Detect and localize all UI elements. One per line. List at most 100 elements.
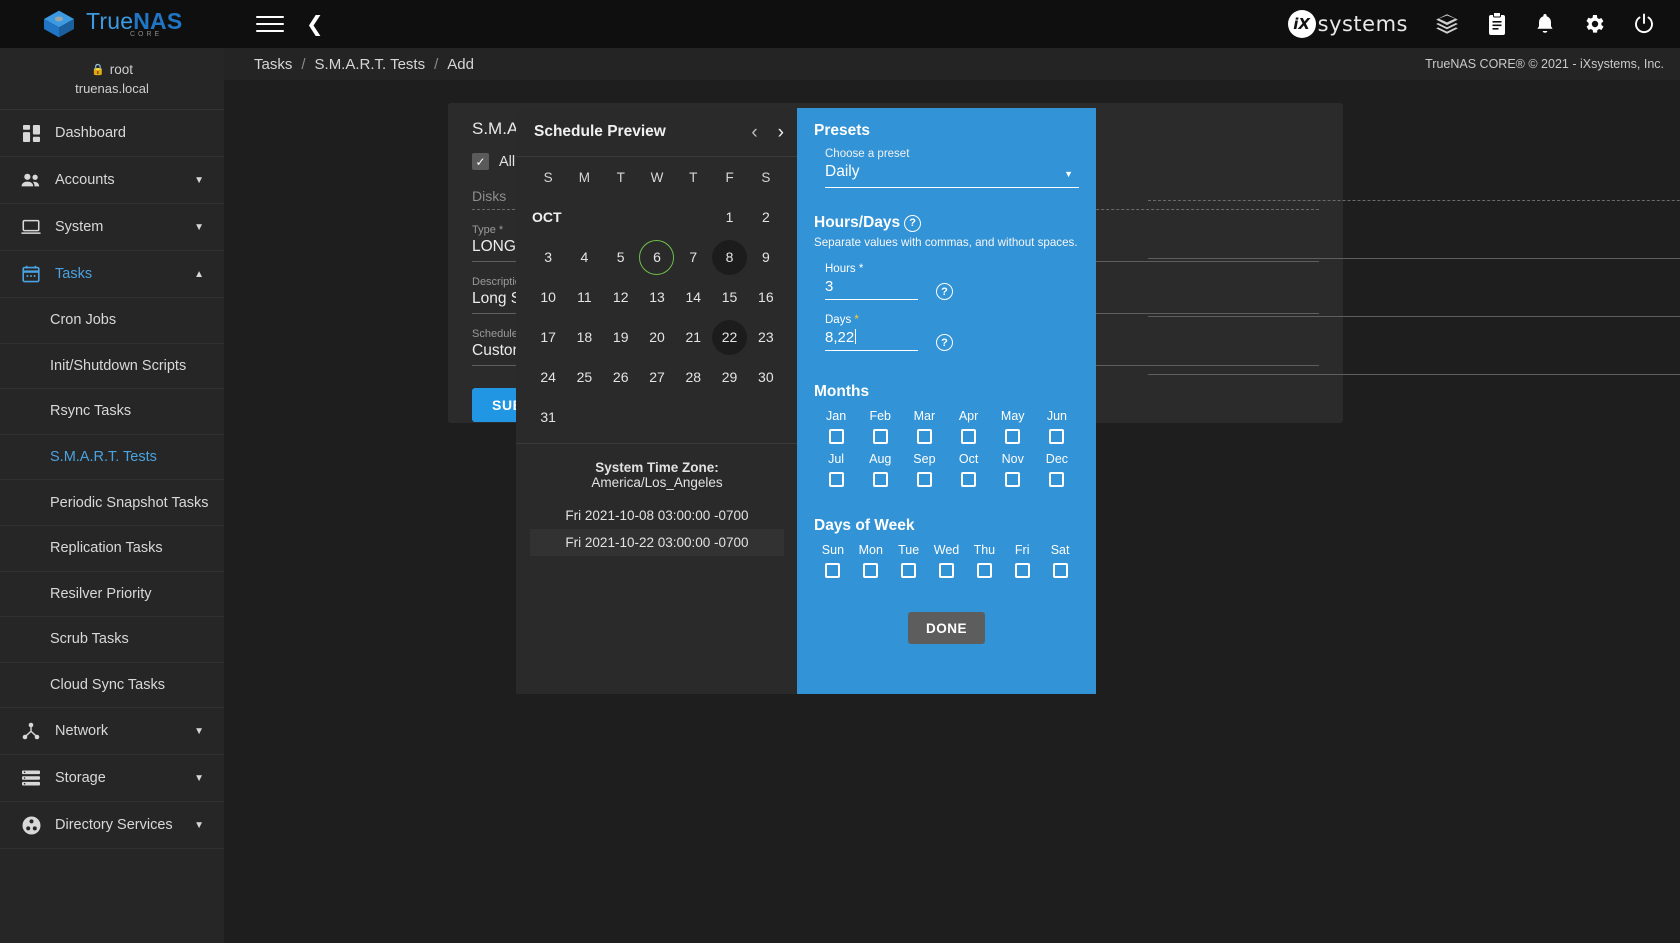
sidebar-item-scrub-tasks[interactable]: Scrub Tasks [0, 617, 224, 663]
dow-checkbox-sun[interactable] [825, 563, 841, 578]
chevron-down-icon[interactable]: ▼ [194, 820, 204, 831]
help-icon[interactable]: ? [936, 334, 953, 351]
right-field-1[interactable]: ▼ [1148, 194, 1680, 201]
calendar-day-cell[interactable]: 18 [566, 317, 602, 357]
calendar-day-cell[interactable]: 8 [711, 237, 748, 277]
sidebar-item-cron-jobs[interactable]: Cron Jobs [0, 298, 224, 344]
calendar-day-cell[interactable]: 7 [675, 237, 711, 277]
right-field-row-2[interactable]: ▼ ? [1148, 211, 1680, 259]
right-field-row-4[interactable]: ▼ ? [1148, 327, 1680, 375]
calendar-day-cell[interactable]: 3 [530, 237, 566, 277]
month-checkbox-may[interactable] [1005, 429, 1021, 444]
month-checkbox-jan[interactable] [828, 429, 844, 444]
checkbox-checked-icon[interactable]: ✓ [472, 153, 489, 170]
hamburger-icon[interactable] [256, 11, 284, 37]
sidebar-item-accounts[interactable]: Accounts ▼ [0, 157, 224, 204]
calendar-day-cell[interactable]: 10 [530, 277, 566, 317]
chevron-left-icon[interactable]: ❮ [306, 14, 324, 35]
dow-checkbox-mon[interactable] [863, 563, 879, 578]
calendar-day-cell[interactable]: 17 [530, 317, 566, 357]
preset-select-value[interactable]: Daily ▼ [825, 160, 1079, 188]
month-checkbox-sep[interactable] [916, 472, 932, 487]
calendar-day-cell[interactable]: 19 [603, 317, 639, 357]
breadcrumb-item-tasks[interactable]: Tasks [254, 56, 292, 73]
help-icon[interactable]: ? [904, 214, 922, 232]
right-field-row-3[interactable]: ? [1148, 269, 1680, 317]
month-checkbox-dec[interactable] [1049, 472, 1065, 487]
calendar-day-cell[interactable]: 20 [639, 317, 675, 357]
hours-input-wrap[interactable]: Hours * 3 [825, 263, 918, 300]
hours-input[interactable]: 3 [825, 275, 918, 300]
calendar-day-cell[interactable]: 27 [639, 357, 675, 397]
sidebar-item-init-shutdown-scripts[interactable]: Init/Shutdown Scripts [0, 344, 224, 390]
calendar-day-cell[interactable]: 30 [748, 357, 784, 397]
chevron-down-icon[interactable]: ▼ [194, 773, 204, 784]
dow-checkbox-thu[interactable] [976, 563, 992, 578]
sidebar-item-periodic-snapshot-tasks[interactable]: Periodic Snapshot Tasks [0, 480, 224, 526]
sidebar-item-replication-tasks[interactable]: Replication Tasks [0, 526, 224, 572]
sidebar-item-dashboard[interactable]: Dashboard [0, 110, 224, 157]
calendar-day-cell[interactable]: 4 [566, 237, 602, 277]
sidebar-item-rsync-tasks[interactable]: Rsync Tasks [0, 389, 224, 435]
month-checkbox-mar[interactable] [916, 429, 932, 444]
month-checkbox-apr[interactable] [961, 429, 977, 444]
preset-select[interactable]: Choose a preset Daily ▼ [814, 148, 1079, 188]
calendar-day-cell[interactable]: 24 [530, 357, 566, 397]
days-input-wrap[interactable]: Days * 8,22 [825, 314, 918, 351]
calendar-day-cell[interactable]: 13 [639, 277, 675, 317]
sidebar-item-tasks[interactable]: Tasks ▲ [0, 251, 224, 298]
chevron-down-icon[interactable]: ▼ [194, 175, 204, 186]
dow-checkbox-fri[interactable] [1014, 563, 1030, 578]
month-checkbox-feb[interactable] [872, 429, 888, 444]
calendar-day-cell[interactable]: 16 [748, 277, 784, 317]
calendar-day-cell[interactable]: 2 [748, 197, 784, 237]
sidebar-item-directory-services[interactable]: Directory Services ▼ [0, 802, 224, 850]
breadcrumb-item-add[interactable]: Add [447, 56, 474, 73]
calendar-day-cell[interactable]: 11 [566, 277, 602, 317]
sidebar-item-cloud-sync-tasks[interactable]: Cloud Sync Tasks [0, 663, 224, 709]
calendar-day-cell[interactable]: 1 [711, 197, 747, 237]
chevron-down-icon[interactable]: ▼ [194, 726, 204, 737]
calendar-day-cell[interactable]: 22 [711, 317, 748, 357]
calendar-day-cell[interactable]: 5 [603, 237, 639, 277]
layers-icon[interactable] [1434, 11, 1460, 37]
calendar-day-cell[interactable]: 29 [711, 357, 747, 397]
breadcrumb-item-smart-tests[interactable]: S.M.A.R.T. Tests [315, 56, 426, 73]
calendar-day-cell[interactable]: 31 [530, 397, 566, 437]
dow-checkbox-tue[interactable] [901, 563, 917, 578]
brand-logo[interactable]: TrueNAS CORE [0, 0, 240, 48]
chevron-down-icon[interactable]: ▼ [194, 222, 204, 233]
sidebar-item-system[interactable]: System ▼ [0, 204, 224, 251]
calendar-day-cell[interactable]: 28 [675, 357, 711, 397]
dow-checkbox-sat[interactable] [1052, 563, 1068, 578]
dow-checkbox-wed[interactable] [938, 563, 954, 578]
right-field-3[interactable] [1148, 310, 1680, 317]
sidebar-item-smart-tests[interactable]: S.M.A.R.T. Tests [0, 435, 224, 481]
sidebar-item-storage[interactable]: Storage ▼ [0, 755, 224, 803]
calendar-day-cell[interactable]: 14 [675, 277, 711, 317]
help-icon[interactable]: ? [936, 283, 953, 300]
power-icon[interactable] [1632, 12, 1656, 36]
calendar-day-cell[interactable]: 12 [603, 277, 639, 317]
sidebar-item-resilver-priority[interactable]: Resilver Priority [0, 572, 224, 618]
month-checkbox-aug[interactable] [872, 472, 888, 487]
calendar-day-cell[interactable]: 21 [675, 317, 711, 357]
chevron-up-icon[interactable]: ▲ [194, 269, 204, 280]
done-button[interactable]: DONE [907, 612, 985, 644]
month-checkbox-jun[interactable] [1049, 429, 1065, 444]
month-checkbox-jul[interactable] [828, 472, 844, 487]
calendar-day-cell[interactable]: 9 [748, 237, 784, 277]
chevron-left-icon[interactable]: ‹ [751, 123, 757, 142]
month-checkbox-nov[interactable] [1005, 472, 1021, 487]
calendar-day-cell[interactable]: 15 [711, 277, 747, 317]
month-checkbox-oct[interactable] [961, 472, 977, 487]
chevron-down-icon[interactable]: ▼ [1064, 169, 1073, 179]
calendar-day-cell[interactable]: 6 [639, 237, 675, 277]
sidebar-item-network[interactable]: Network ▼ [0, 708, 224, 756]
days-input[interactable]: 8,22 [825, 326, 918, 351]
chevron-right-icon[interactable]: › [778, 123, 784, 142]
calendar-day-cell[interactable]: 26 [603, 357, 639, 397]
right-field-2[interactable]: ▼ [1148, 252, 1680, 259]
right-field-4[interactable]: ▼ [1148, 368, 1680, 375]
bell-icon[interactable] [1534, 12, 1556, 36]
